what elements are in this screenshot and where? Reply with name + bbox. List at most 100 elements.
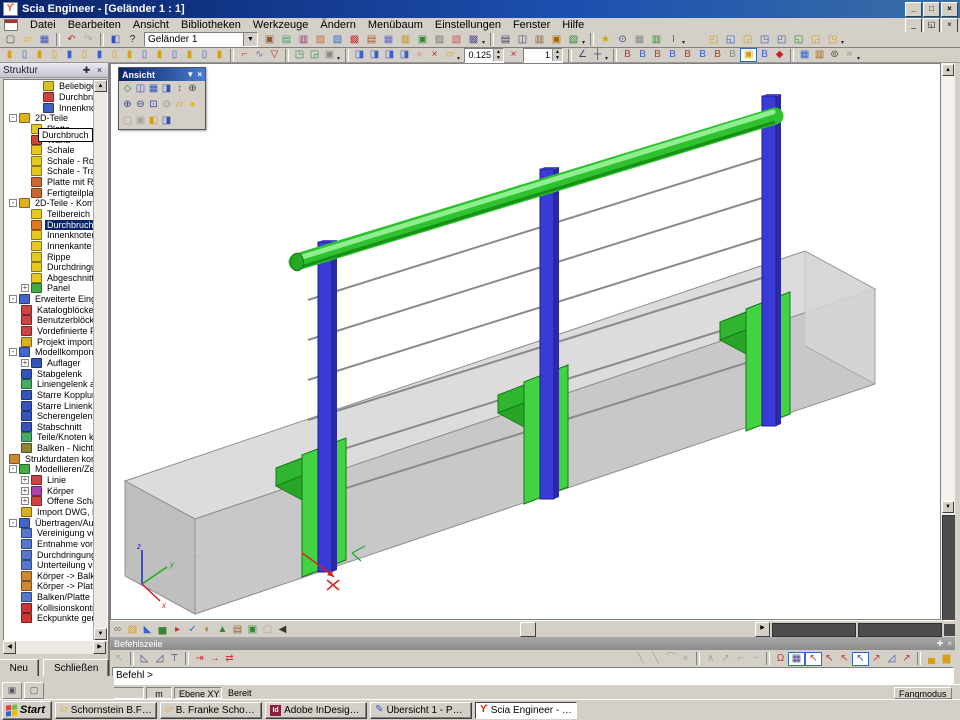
zigzag-icon[interactable]: ~ [748,652,763,666]
project-codes-icon[interactable]: ▣ [261,33,278,47]
menu-fenster[interactable]: Fenster [507,18,556,32]
spline-icon[interactable]: ▯ [167,48,182,62]
win-arrange-3-icon[interactable]: ◲ [739,33,756,47]
cursor-icon[interactable]: ↖ [112,652,127,666]
tree-item[interactable]: -2D-Teile - Komp [5,198,93,209]
viewport-scroll-down-icon[interactable]: ▼ [942,501,954,513]
text-check-icon[interactable]: ✓ [185,623,200,637]
picture-icon[interactable]: ▧ [565,33,582,47]
tree-item[interactable]: Starre Linienkop [5,400,93,411]
start-button[interactable]: Start [2,701,52,720]
expand-icon[interactable]: + [21,284,29,292]
new-document-icon[interactable]: ▢ [2,33,19,47]
dot-grid-icon[interactable]: ▄ [924,652,939,666]
track-dir-icon[interactable]: → [207,652,222,666]
scroll-down-icon[interactable]: ▼ [94,628,107,640]
viewport-scroll-up-icon[interactable]: ▲ [942,64,954,76]
line-segment-icon[interactable]: ╲ [633,652,648,666]
favorite-icon[interactable]: ★ [597,33,614,47]
export-chart-icon[interactable]: ▥ [812,48,827,62]
coordinates-icon[interactable]: ┼ [590,48,605,62]
hinge-icon[interactable]: ⌐ [237,48,252,62]
tree-item[interactable]: Teile/Knoten kop [5,432,93,443]
tree-item[interactable]: Unterteilung von [5,560,93,571]
dim-3-icon[interactable]: B [650,48,665,62]
refresh-red-icon[interactable]: × [506,48,521,62]
collapse-icon[interactable]: - [9,114,17,122]
status-unit[interactable]: m [146,687,172,699]
clip-plane-icon[interactable]: ◨ [160,114,173,128]
dim-9-icon[interactable]: ▣ [740,48,757,62]
loads-icon[interactable]: ▧ [312,33,329,47]
materials-icon[interactable]: ▤ [278,33,295,47]
arc-segment-icon[interactable]: ⌒ [663,652,678,666]
menu-einstellungen[interactable]: Einstellungen [429,18,507,32]
options-icon[interactable]: ▨ [431,33,448,47]
toolbar-overflow-icon[interactable]: ▾ [857,55,860,62]
point-marker-icon[interactable]: ◆ [772,48,787,62]
toolbar-overflow-icon[interactable]: ▾ [457,55,460,62]
light-toggle-icon[interactable]: ● [186,98,199,112]
line-grid-icon[interactable]: ▆ [939,652,954,666]
help-icon[interactable]: ? [124,33,141,47]
child-restore-button[interactable]: ◱ [923,18,940,33]
taskbar-button[interactable]: ▱B. Franke Schornst... [160,702,262,719]
snap-edge-icon[interactable]: ◿ [884,652,899,666]
catalog-icon[interactable]: ▦ [380,33,397,47]
open-folder-icon[interactable]: ▱ [19,33,36,47]
undo-icon[interactable]: ↶ [63,33,80,47]
tree-item[interactable]: Benutzerblöcke [5,315,93,326]
tree-item[interactable]: +Körper [5,485,93,496]
zoom-window-icon[interactable]: ⊡ [147,98,160,112]
win-arrange-2-icon[interactable]: ◱ [722,33,739,47]
toolbar-overflow-icon[interactable]: ▾ [841,39,844,46]
measure-icon[interactable]: ∠ [575,48,590,62]
child-close-button[interactable]: × [941,18,958,33]
save-icon[interactable]: ▦ [36,33,53,47]
tri-ruler-2-icon[interactable]: ◿ [152,652,167,666]
truss-new-icon[interactable]: ▮ [122,48,137,62]
snap-grid-icon[interactable]: ▦ [788,652,805,666]
paste-1-icon[interactable]: ◨ [352,48,367,62]
dim-7-icon[interactable]: B [710,48,725,62]
images-icon[interactable]: ▥ [397,33,414,47]
collapse-icon[interactable]: - [9,199,17,207]
command-line-header[interactable]: Befehlszeile ✚ × [110,637,956,650]
tree-item[interactable]: Stabschnitt [5,422,93,433]
dim-2-icon[interactable]: B [635,48,650,62]
column-new-icon[interactable]: ▮ [2,48,17,62]
dock-tab-empty[interactable]: ▢ [24,682,44,699]
child-minimize-button[interactable]: _ [905,18,922,33]
tree-item[interactable]: Innenknoten [5,230,93,241]
cmd-pin-icon[interactable]: ✚ [937,639,944,648]
scroll-left-icon[interactable]: ◀ [3,641,16,654]
layer-combobox[interactable]: Geländer 1▼ [144,32,258,47]
taskbar-button[interactable]: ✎Übersicht 1 - Paint [370,702,472,719]
track-both-icon[interactable]: ⇄ [222,652,237,666]
tree-item[interactable]: Projekt importier [5,336,93,347]
tree-item[interactable]: Kollisionskontrol [5,602,93,613]
tree-item[interactable]: Katalogblöcke [5,304,93,315]
pin-icon[interactable]: ✚ [81,65,92,76]
paste-3-icon[interactable]: ◨ [382,48,397,62]
filter-wave-icon[interactable]: ≈ [842,48,857,62]
tree-item[interactable]: -Modellkomponente [5,347,93,358]
tree-item[interactable]: Schale - Transla [5,166,93,177]
combobox-dropdown-icon[interactable]: ▼ [243,33,257,46]
tree-item[interactable]: -Modellieren/Zeichn [5,464,93,475]
binoculars-icon[interactable]: ⊚ [827,48,842,62]
expand-icon[interactable]: + [21,476,29,484]
maximize-button[interactable]: □ [923,2,940,17]
toolbar-overflow-icon[interactable]: ▾ [482,39,485,46]
menu-datei[interactable]: Datei [24,18,62,32]
node-line-icon[interactable]: ∧ [703,652,718,666]
text-tool-icon[interactable]: I [665,33,682,47]
close-button[interactable]: × [941,2,958,17]
palette-icon[interactable]: ◐ [200,623,215,637]
tree-item[interactable]: Eckpunkte gene [5,613,93,624]
tree-item[interactable]: +Linie [5,475,93,486]
folder-open2-icon[interactable]: ▱ [442,48,457,62]
copy-multi-icon[interactable]: ◳ [292,48,307,62]
viewport-scroll-right-icon[interactable]: ▶ [755,622,770,637]
gallery-icon[interactable]: ▩ [465,33,482,47]
